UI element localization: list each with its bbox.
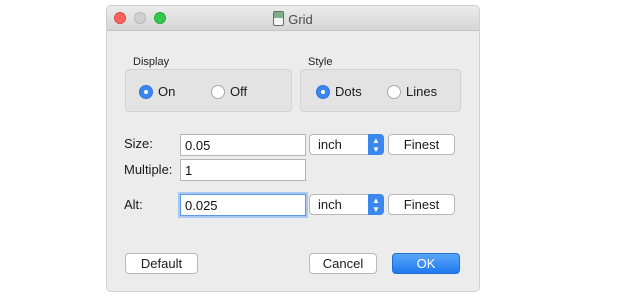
alt-input[interactable] bbox=[180, 194, 306, 216]
radio-unchecked-icon bbox=[211, 84, 225, 99]
display-on-label: On bbox=[158, 84, 176, 99]
style-group-label: Style bbox=[308, 56, 333, 68]
alt-unit-select[interactable]: inch ▲ ▼ bbox=[309, 194, 384, 215]
multiple-input[interactable] bbox=[180, 159, 306, 181]
radio-unchecked-icon bbox=[387, 84, 401, 99]
display-off-radio[interactable]: Off bbox=[211, 84, 247, 99]
alt-finest-button[interactable]: Finest bbox=[388, 194, 455, 215]
display-on-radio[interactable]: On bbox=[139, 84, 175, 99]
style-lines-radio[interactable]: Lines bbox=[387, 84, 437, 99]
alt-label: Alt: bbox=[124, 197, 143, 212]
default-button[interactable]: Default bbox=[125, 253, 198, 274]
window-title: Grid bbox=[107, 11, 479, 27]
style-dots-radio[interactable]: Dots bbox=[316, 84, 362, 99]
ok-button[interactable]: OK bbox=[392, 253, 460, 274]
style-dots-label: Dots bbox=[335, 84, 362, 99]
size-input[interactable] bbox=[180, 134, 306, 156]
display-group: On Off bbox=[125, 69, 292, 112]
title-bar: Grid bbox=[107, 6, 479, 31]
window-title-text: Grid bbox=[288, 12, 313, 27]
grid-dialog: Grid Display On Off Style Dots Lines Siz… bbox=[106, 5, 480, 292]
document-icon bbox=[273, 11, 285, 26]
alt-unit-value: inch bbox=[318, 197, 342, 212]
style-group: Dots Lines bbox=[300, 69, 461, 112]
multiple-label: Multiple: bbox=[124, 162, 173, 177]
style-lines-label: Lines bbox=[406, 84, 438, 99]
display-off-label: Off bbox=[230, 84, 248, 99]
radio-checked-icon bbox=[316, 84, 330, 99]
size-label: Size: bbox=[124, 136, 153, 151]
display-group-label: Display bbox=[133, 56, 170, 68]
size-finest-button[interactable]: Finest bbox=[388, 134, 455, 155]
size-unit-select[interactable]: inch ▲ ▼ bbox=[309, 134, 384, 155]
radio-checked-icon bbox=[139, 84, 153, 99]
cancel-button[interactable]: Cancel bbox=[309, 253, 377, 274]
updown-chevron-icon: ▲ ▼ bbox=[368, 134, 384, 155]
updown-chevron-icon: ▲ ▼ bbox=[368, 194, 384, 215]
size-unit-value: inch bbox=[318, 137, 342, 152]
